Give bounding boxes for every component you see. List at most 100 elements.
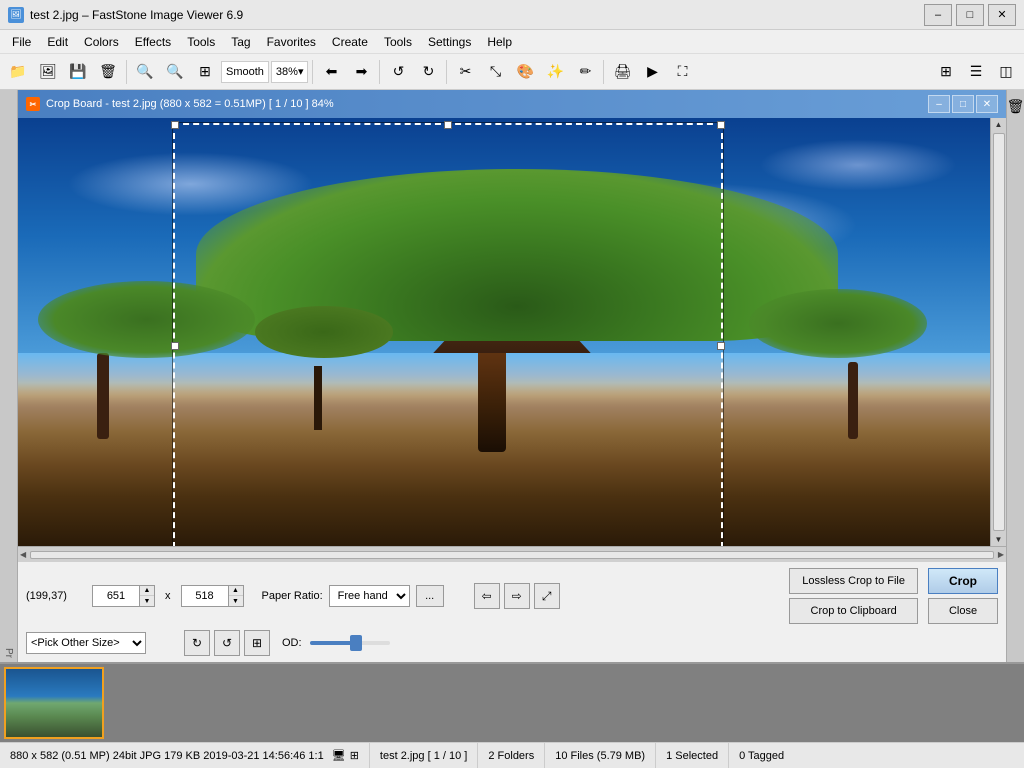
scroll-right-arrow[interactable]: ▶: [998, 550, 1004, 559]
crop-window-title: Crop Board - test 2.jpg (880 x 582 = 0.5…: [46, 98, 334, 110]
dimension-separator: x: [165, 590, 171, 602]
toolbar-separator3: [379, 60, 380, 84]
lossless-crop-btn[interactable]: Lossless Crop to File: [789, 568, 918, 594]
menu-colors[interactable]: Colors: [76, 30, 127, 53]
tb-fit-btn[interactable]: ⊞: [191, 58, 219, 86]
toolbar-separator: [126, 60, 127, 84]
crop-minimize-btn[interactable]: –: [928, 95, 950, 113]
tb-draw-btn[interactable]: ✏: [571, 58, 599, 86]
close-button[interactable]: ✕: [988, 4, 1016, 26]
height-spin-up[interactable]: ▲: [229, 586, 243, 596]
crop-window-titlebar: ✂ Crop Board - test 2.jpg (880 x 582 = 0…: [18, 90, 1006, 118]
tb-effect-btn[interactable]: ✨: [541, 58, 569, 86]
crop-resize-btn[interactable]: ⤢: [534, 583, 560, 609]
scroll-track-horizontal[interactable]: [30, 551, 994, 559]
crop-to-clipboard-btn[interactable]: Crop to Clipboard: [789, 598, 918, 624]
menu-help[interactable]: Help: [479, 30, 520, 53]
zoom-dropdown[interactable]: 38%▾: [271, 61, 309, 83]
more-options-btn[interactable]: ...: [416, 585, 444, 607]
height-spinner[interactable]: ▲ ▼: [229, 585, 244, 607]
tb-color-btn[interactable]: 🎨: [511, 58, 539, 86]
tb-print-btn[interactable]: 🖨: [608, 58, 636, 86]
tb-resize-btn[interactable]: ⤡: [481, 58, 509, 86]
menu-favorites[interactable]: Favorites: [259, 30, 324, 53]
tb-rotate-left-btn[interactable]: ↺: [384, 58, 412, 86]
crop-selection-box[interactable]: [173, 123, 723, 546]
rotate-ccw-btn[interactable]: ↺: [214, 630, 240, 656]
move-right-btn[interactable]: ⇨: [504, 583, 530, 609]
tb-save-btn[interactable]: 💾: [64, 58, 92, 86]
crop-button[interactable]: Crop: [928, 568, 998, 594]
menu-settings[interactable]: Settings: [420, 30, 479, 53]
status-file-info: 880 x 582 (0.51 MP) 24bit JPG 179 KB 201…: [0, 743, 370, 768]
move-left-btn[interactable]: ⇦: [474, 583, 500, 609]
width-input[interactable]: [92, 585, 140, 607]
crop-handle-mid-left[interactable]: [171, 342, 179, 350]
crop-restore-btn[interactable]: □: [952, 95, 974, 113]
tb-folder-btn[interactable]: 📁: [4, 58, 32, 86]
menu-bar: File Edit Colors Effects Tools Tag Favor…: [0, 30, 1024, 54]
menu-create[interactable]: Create: [324, 30, 376, 53]
tb-delete-btn[interactable]: 🗑: [94, 58, 122, 86]
sidebar-arrow[interactable]: Pr: [3, 648, 14, 658]
width-spinner[interactable]: ▲ ▼: [140, 585, 155, 607]
coord-display: (199,37): [26, 590, 86, 602]
width-spin-up[interactable]: ▲: [140, 586, 154, 596]
maximize-button[interactable]: □: [956, 4, 984, 26]
tb-compare-btn[interactable]: ◫: [992, 58, 1020, 86]
tb-crop-btn[interactable]: ✂: [451, 58, 479, 86]
left-sidebar: Pr: [0, 90, 18, 662]
height-input-group: ▲ ▼: [181, 585, 244, 607]
thumbnail-item[interactable]: [4, 667, 104, 739]
tb-grid-view-btn[interactable]: ⊞: [932, 58, 960, 86]
pick-size-select[interactable]: <Pick Other Size>: [26, 632, 146, 654]
tb-next-btn[interactable]: ➡: [347, 58, 375, 86]
tb-slideshow-btn[interactable]: ▶: [638, 58, 666, 86]
horizontal-scrollbar[interactable]: ◀ ▶: [18, 546, 1006, 562]
fit-icon: ⊞: [350, 749, 359, 762]
menu-tools[interactable]: Tools: [179, 30, 223, 53]
tb-fullscreen-btn[interactable]: ⛶: [668, 58, 696, 86]
scroll-down-arrow[interactable]: ▼: [993, 533, 1005, 546]
right-sidebar-icon[interactable]: 🗑: [1007, 98, 1024, 115]
menu-effects[interactable]: Effects: [127, 30, 179, 53]
title-bar: 🖼 test 2.jpg – FastStone Image Viewer 6.…: [0, 0, 1024, 30]
tb-zoom-out-btn[interactable]: 🔍: [161, 58, 189, 86]
height-input[interactable]: [181, 585, 229, 607]
crop-window: ✂ Crop Board - test 2.jpg (880 x 582 = 0…: [18, 90, 1006, 662]
menu-edit[interactable]: Edit: [39, 30, 76, 53]
paper-ratio-label: Paper Ratio:: [262, 590, 323, 602]
tb-prev-btn[interactable]: ⬅: [317, 58, 345, 86]
status-selected: 1 Selected: [656, 743, 729, 768]
menu-tag[interactable]: Tag: [223, 30, 258, 53]
thumbnail-strip: [0, 662, 1024, 742]
grid-overlay-btn[interactable]: ⊞: [244, 630, 270, 656]
scroll-left-arrow[interactable]: ◀: [20, 550, 26, 559]
crop-controls-area: (199,37) ▲ ▼ x ▲: [18, 562, 1006, 662]
crop-handle-top-mid[interactable]: [444, 121, 452, 129]
small-tree-right-canopy: [749, 289, 927, 357]
tb-zoom-in-btn[interactable]: 🔍: [131, 58, 159, 86]
smooth-dropdown[interactable]: Smooth: [221, 61, 269, 83]
paper-ratio-select[interactable]: Free hand 4:3 3:2 16:9 1:1: [329, 585, 410, 607]
minimize-button[interactable]: –: [924, 4, 952, 26]
scroll-up-arrow[interactable]: ▲: [993, 118, 1005, 131]
vertical-scrollbar[interactable]: ▲ ▼: [990, 118, 1006, 546]
crop-handle-mid-right[interactable]: [717, 342, 725, 350]
width-spin-down[interactable]: ▼: [140, 596, 154, 606]
crop-close-btn[interactable]: ✕: [976, 95, 998, 113]
rotate-cw-btn[interactable]: ↻: [184, 630, 210, 656]
app-icon: 🖼: [8, 7, 24, 23]
menu-tools2[interactable]: Tools: [376, 30, 420, 53]
tb-strip-view-btn[interactable]: ☰: [962, 58, 990, 86]
tb-rotate-right-btn[interactable]: ↻: [414, 58, 442, 86]
tb-open-btn[interactable]: 🖼: [34, 58, 62, 86]
monitor-icon: 🖥: [332, 749, 346, 762]
opacity-slider[interactable]: [310, 641, 390, 645]
menu-file[interactable]: File: [4, 30, 39, 53]
crop-handle-top-right[interactable]: [717, 121, 725, 129]
close-crop-btn[interactable]: Close: [928, 598, 998, 624]
height-spin-down[interactable]: ▼: [229, 596, 243, 606]
scroll-track-vertical[interactable]: [993, 133, 1005, 531]
crop-handle-top-left[interactable]: [171, 121, 179, 129]
